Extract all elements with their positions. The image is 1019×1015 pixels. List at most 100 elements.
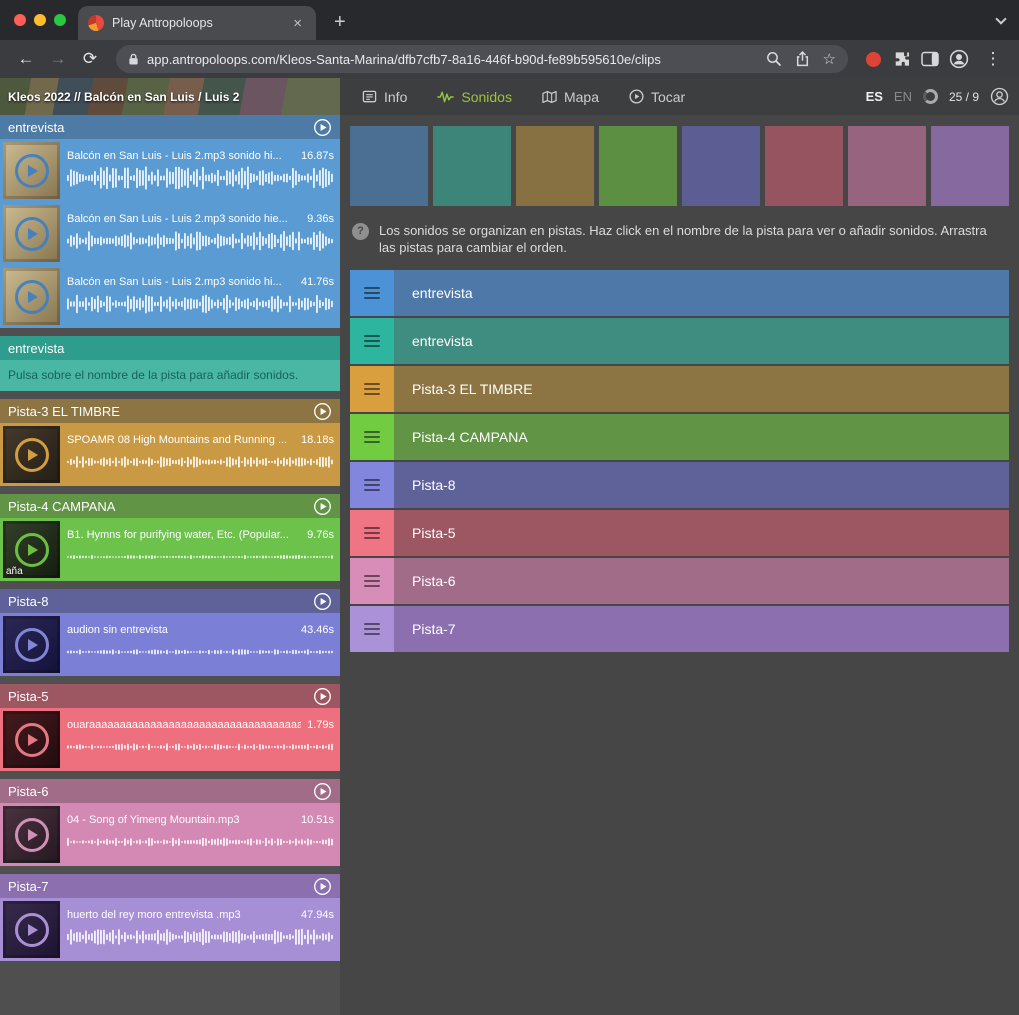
track-header[interactable]: Pista-3 EL TIMBRE bbox=[0, 399, 340, 423]
track-swatch[interactable] bbox=[848, 126, 926, 206]
back-button[interactable]: ← bbox=[12, 45, 40, 73]
tab-close-icon[interactable]: × bbox=[289, 14, 306, 33]
profile-avatar-icon[interactable] bbox=[949, 49, 969, 69]
track-row-label[interactable]: Pista-8 bbox=[394, 462, 1009, 508]
zoom-icon[interactable] bbox=[766, 51, 782, 67]
track-header[interactable]: Pista-6 bbox=[0, 779, 340, 803]
track-row-label[interactable]: Pista-3 EL TIMBRE bbox=[394, 366, 1009, 412]
address-bar[interactable]: app.antropoloops.com/Kleos-Santa-Marina/… bbox=[116, 45, 848, 73]
tab-mapa[interactable]: Mapa bbox=[542, 89, 599, 105]
track-row-pista-7[interactable]: Pista-7 bbox=[350, 606, 1009, 652]
audio-clip[interactable]: 04 - Song of Yimeng Mountain.mp3 10.51s bbox=[0, 803, 340, 866]
browser-menu-icon[interactable]: ⋮ bbox=[979, 45, 1007, 73]
drag-handle[interactable] bbox=[350, 318, 394, 364]
clip-waveform[interactable] bbox=[67, 734, 334, 762]
track-row-label[interactable]: entrevista bbox=[394, 270, 1009, 316]
track-swatch[interactable] bbox=[599, 126, 677, 206]
clip-waveform[interactable] bbox=[67, 924, 334, 952]
clip-thumbnail[interactable] bbox=[3, 901, 60, 958]
close-window-button[interactable] bbox=[14, 14, 26, 26]
track-row-pista-6[interactable]: Pista-6 bbox=[350, 558, 1009, 604]
clip-waveform[interactable] bbox=[67, 291, 334, 319]
audio-clip[interactable]: aña B1. Hymns for purifying water, Etc. … bbox=[0, 518, 340, 581]
audio-clip[interactable]: Balcón en San Luis - Luis 2.mp3 sonido h… bbox=[0, 139, 340, 202]
track-row-pista-4[interactable]: Pista-4 CAMPANA bbox=[350, 414, 1009, 460]
clip-thumbnail[interactable] bbox=[3, 142, 60, 199]
track-row-entrevista-blue[interactable]: entrevista bbox=[350, 270, 1009, 316]
fullscreen-window-button[interactable] bbox=[54, 14, 66, 26]
drag-handle[interactable] bbox=[350, 606, 394, 652]
track-row-label[interactable]: Pista-7 bbox=[394, 606, 1009, 652]
track-swatch[interactable] bbox=[350, 126, 428, 206]
clip-waveform[interactable] bbox=[67, 544, 334, 572]
track-play-button[interactable] bbox=[313, 687, 332, 706]
clip-thumbnail[interactable] bbox=[3, 268, 60, 325]
drag-handle[interactable] bbox=[350, 270, 394, 316]
drag-handle[interactable] bbox=[350, 462, 394, 508]
minimize-window-button[interactable] bbox=[34, 14, 46, 26]
extensions-puzzle-icon[interactable] bbox=[893, 50, 911, 68]
track-header[interactable]: Pista-4 CAMPANA bbox=[0, 494, 340, 518]
track-row-label[interactable]: Pista-5 bbox=[394, 510, 1009, 556]
tab-sonidos[interactable]: Sonidos bbox=[437, 89, 512, 105]
browser-tab[interactable]: Play Antropoloops × bbox=[78, 6, 316, 40]
track-play-button[interactable] bbox=[313, 118, 332, 137]
drag-handle[interactable] bbox=[350, 366, 394, 412]
forward-button[interactable]: → bbox=[44, 45, 72, 73]
track-swatch[interactable] bbox=[516, 126, 594, 206]
tab-info[interactable]: Info bbox=[362, 89, 407, 105]
track-header[interactable]: entrevista bbox=[0, 115, 340, 139]
new-tab-button[interactable]: + bbox=[328, 12, 352, 32]
side-panel-icon[interactable] bbox=[921, 51, 939, 67]
track-row-label[interactable]: entrevista bbox=[394, 318, 1009, 364]
track-play-button[interactable] bbox=[313, 592, 332, 611]
clip-waveform[interactable] bbox=[67, 639, 334, 667]
audio-clip[interactable]: SPOAMR 08 High Mountains and Running ...… bbox=[0, 423, 340, 486]
audio-clip[interactable]: Balcón en San Luis - Luis 2.mp3 sonido h… bbox=[0, 265, 340, 328]
track-row-entrevista-teal[interactable]: entrevista bbox=[350, 318, 1009, 364]
track-play-button[interactable] bbox=[313, 497, 332, 516]
track-swatch[interactable] bbox=[682, 126, 760, 206]
track-header[interactable]: Pista-7 bbox=[0, 874, 340, 898]
clip-waveform[interactable] bbox=[67, 228, 334, 256]
lang-en-button[interactable]: EN bbox=[894, 89, 912, 104]
track-swatch[interactable] bbox=[931, 126, 1009, 206]
clip-waveform[interactable] bbox=[67, 165, 334, 193]
track-play-button[interactable] bbox=[313, 782, 332, 801]
extension-red-icon[interactable] bbox=[866, 52, 881, 67]
track-row-pista-3[interactable]: Pista-3 EL TIMBRE bbox=[350, 366, 1009, 412]
clip-thumbnail[interactable] bbox=[3, 205, 60, 262]
track-row-label[interactable]: Pista-4 CAMPANA bbox=[394, 414, 1009, 460]
clip-thumbnail[interactable] bbox=[3, 616, 60, 673]
drag-handle[interactable] bbox=[350, 558, 394, 604]
track-row-label[interactable]: Pista-6 bbox=[394, 558, 1009, 604]
clip-waveform[interactable] bbox=[67, 449, 334, 477]
clip-thumbnail[interactable] bbox=[3, 711, 60, 768]
audio-clip[interactable]: huerto del rey moro entrevista .mp3 47.9… bbox=[0, 898, 340, 961]
audio-clip[interactable]: audion sin entrevista 43.46s bbox=[0, 613, 340, 676]
track-header[interactable]: Pista-5 bbox=[0, 684, 340, 708]
audio-clip[interactable]: Balcón en San Luis - Luis 2.mp3 sonido h… bbox=[0, 202, 340, 265]
track-row-pista-5[interactable]: Pista-5 bbox=[350, 510, 1009, 556]
track-play-button[interactable] bbox=[313, 402, 332, 421]
clip-thumbnail[interactable] bbox=[3, 426, 60, 483]
track-swatch[interactable] bbox=[433, 126, 511, 206]
clip-waveform[interactable] bbox=[67, 829, 334, 857]
lang-es-button[interactable]: ES bbox=[866, 89, 883, 104]
track-header[interactable]: entrevista bbox=[0, 336, 340, 360]
reload-button[interactable]: ⟳ bbox=[76, 45, 104, 73]
track-header[interactable]: Pista-8 bbox=[0, 589, 340, 613]
share-icon[interactable] bbox=[795, 51, 810, 67]
account-icon[interactable] bbox=[990, 87, 1009, 106]
tab-search-chevron-icon[interactable] bbox=[997, 10, 1005, 28]
track-row-pista-8[interactable]: Pista-8 bbox=[350, 462, 1009, 508]
track-play-button[interactable] bbox=[313, 877, 332, 896]
clip-thumbnail[interactable] bbox=[3, 806, 60, 863]
drag-handle[interactable] bbox=[350, 414, 394, 460]
tab-tocar[interactable]: Tocar bbox=[629, 89, 685, 105]
bookmark-star-icon[interactable]: ☆ bbox=[823, 52, 836, 67]
track-swatch[interactable] bbox=[765, 126, 843, 206]
clip-thumbnail[interactable]: aña bbox=[3, 521, 60, 578]
drag-handle[interactable] bbox=[350, 510, 394, 556]
audio-clip[interactable]: ouaraaaaaaaaaaaaaaaaaaaaaaaaaaaaaaaaaaaa… bbox=[0, 708, 340, 771]
